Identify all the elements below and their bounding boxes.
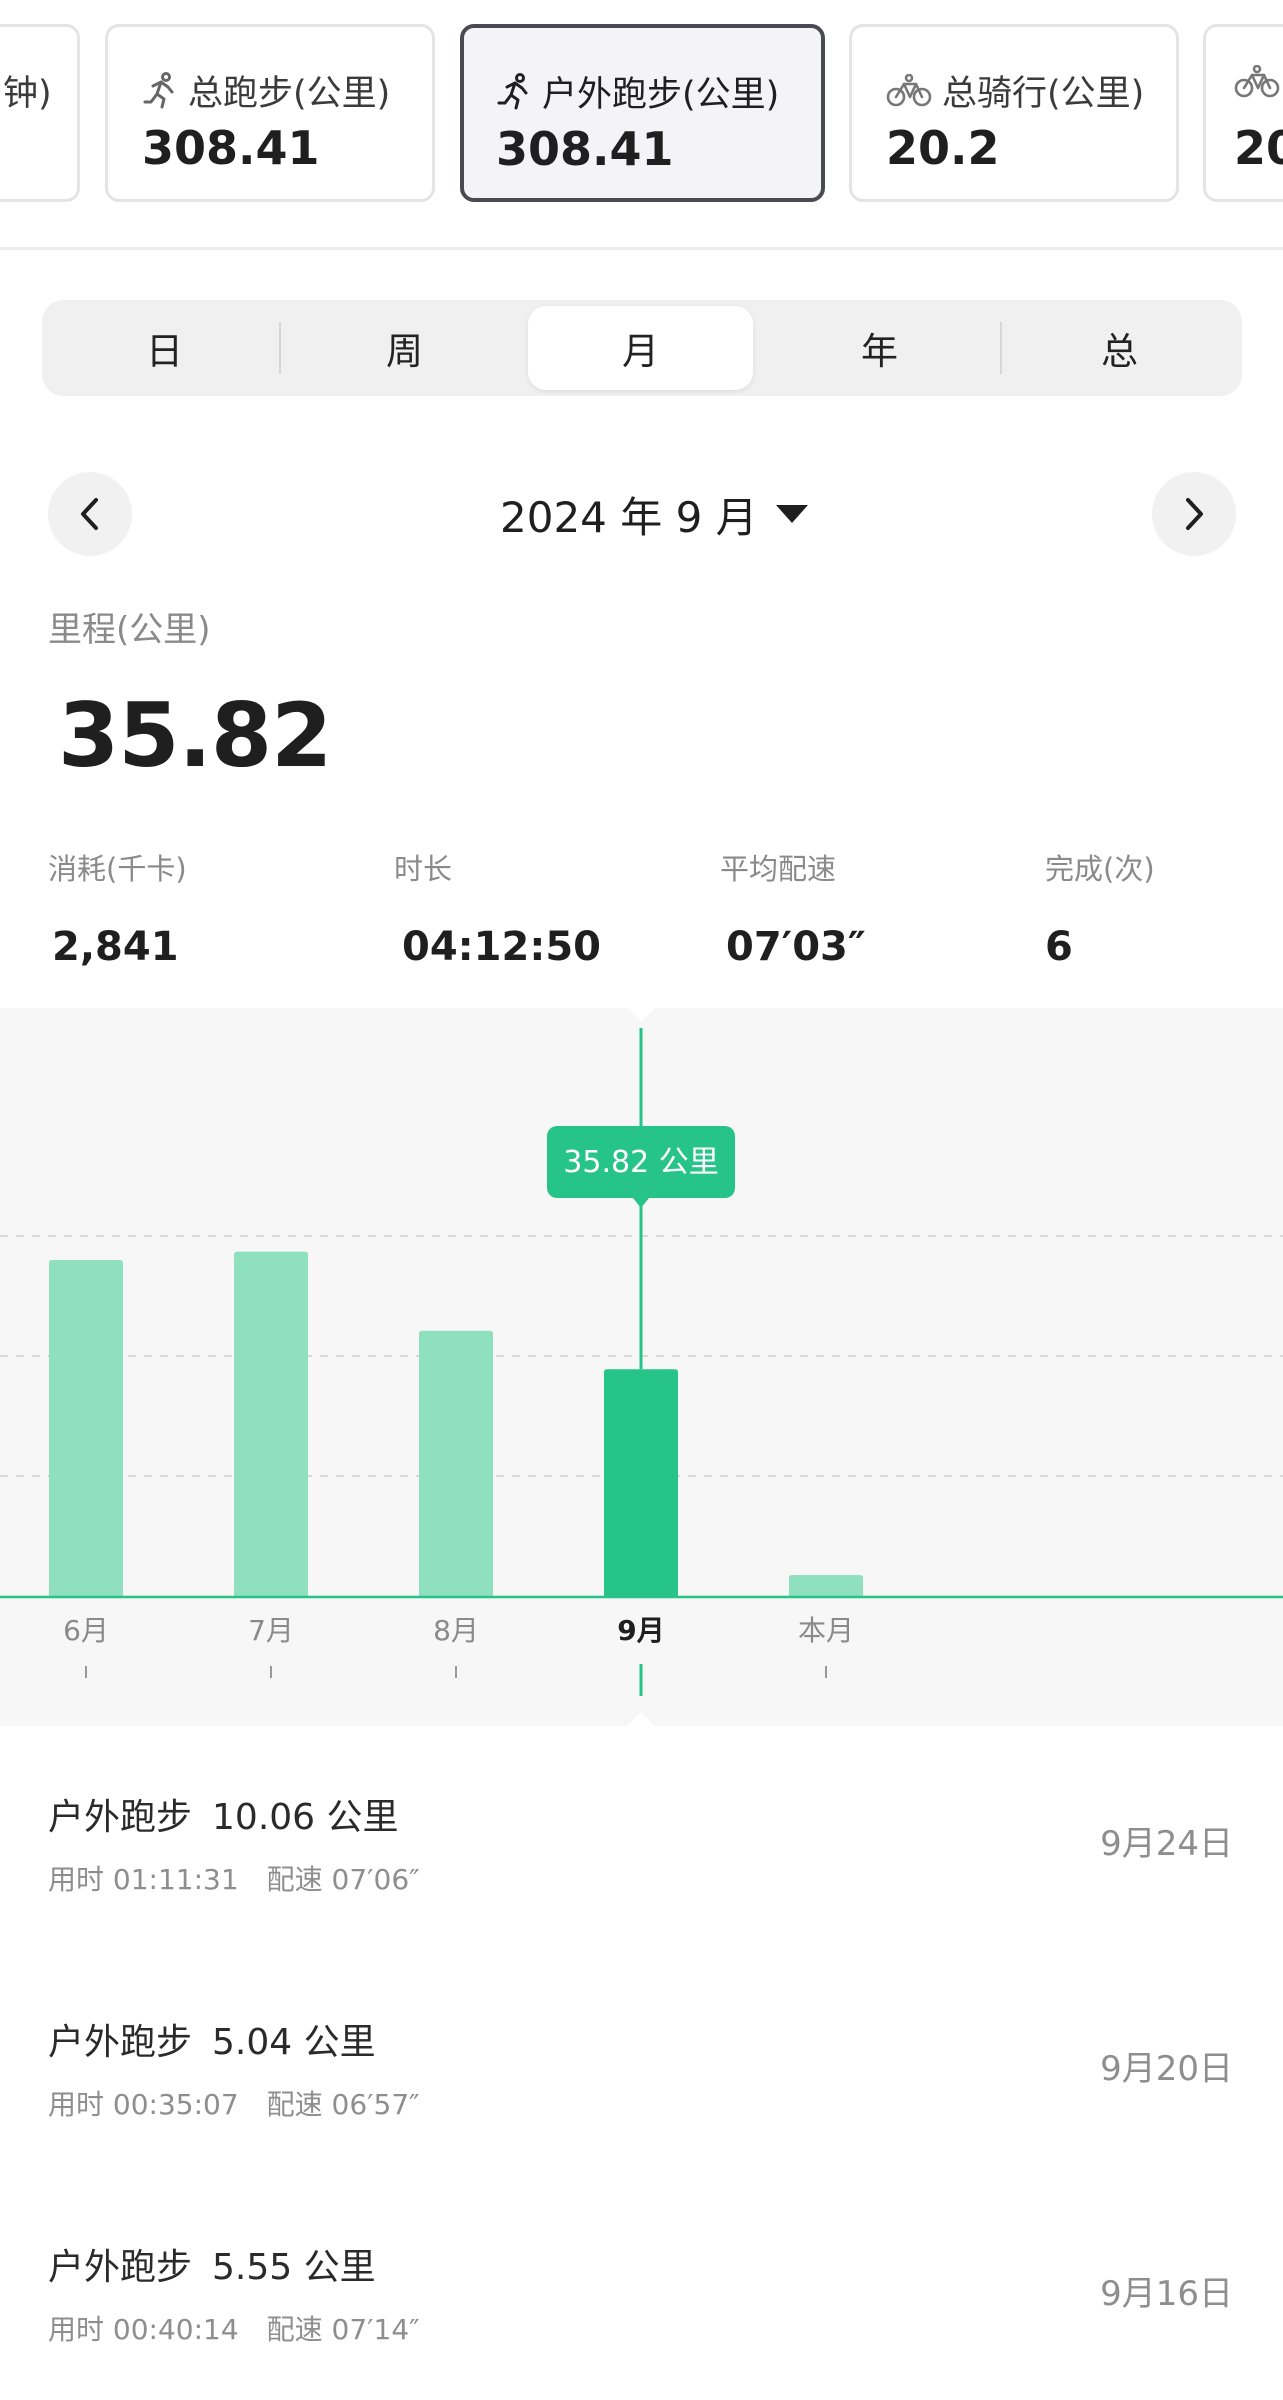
stat-label: 时长 bbox=[394, 852, 453, 886]
distance-label: 里程(公里) bbox=[48, 610, 211, 650]
triangle-down-icon bbox=[775, 505, 808, 523]
record-duration: 用时 00:35:07 bbox=[48, 2088, 239, 2121]
running-icon bbox=[143, 71, 174, 108]
record-distance: 10.06 公里 bbox=[212, 1797, 399, 1838]
stat-label: 完成(次) bbox=[1045, 852, 1155, 886]
metric-cards-carousel[interactable]: 钟) 总跑步(公里) 308.41 户外跑步(公里) 308.41 总骑行(公里… bbox=[0, 0, 1283, 250]
chart-bar bbox=[49, 1260, 123, 1596]
metric-card-partial[interactable]: 钟) bbox=[0, 24, 80, 202]
record-type: 户外跑步 bbox=[48, 2022, 193, 2063]
next-month-button[interactable] bbox=[1152, 472, 1236, 556]
chart-tooltip-label: 35.82 公里 bbox=[563, 1145, 718, 1180]
period-segmented-control: 日 周 月 年 总 bbox=[42, 300, 1242, 396]
stat-completed: 完成(次) 6 bbox=[1045, 846, 1155, 970]
record-pace: 配速 07′06″ bbox=[266, 1863, 420, 1896]
record-duration: 用时 00:40:14 bbox=[48, 2313, 239, 2346]
activity-record[interactable]: 户外跑步 10.06 公里 用时 01:11:31 配速 07′06″ 9月24日 bbox=[0, 1788, 1283, 1968]
metric-card-total-running[interactable]: 总跑步(公里) 308.41 bbox=[105, 24, 435, 202]
metric-card-title: 钟) bbox=[3, 74, 52, 114]
record-distance: 5.55 公里 bbox=[212, 2247, 376, 2288]
stat-label: 平均配速 bbox=[720, 852, 837, 886]
record-type: 户外跑步 bbox=[48, 2247, 193, 2288]
running-icon bbox=[497, 72, 528, 109]
monthly-distance-chart[interactable]: 6月 7月 8月 9月 本月 35.82 公里 bbox=[0, 1008, 1283, 1726]
metric-card-title: 总骑行(公里) bbox=[942, 74, 1145, 114]
segment-divider bbox=[1000, 322, 1002, 374]
metric-card-total-cycling[interactable]: 总骑行(公里) 20.2 bbox=[849, 24, 1179, 202]
record-date: 9月24日 bbox=[1100, 1824, 1233, 1864]
tab-month[interactable]: 月 bbox=[528, 306, 753, 390]
chart-x-label: 8月 bbox=[433, 1614, 479, 1647]
metric-card-value: 308.41 bbox=[142, 121, 320, 175]
chart-x-label: 9月 bbox=[617, 1614, 664, 1647]
record-type: 户外跑步 bbox=[48, 1797, 193, 1838]
metric-card-value: 308.41 bbox=[496, 122, 674, 176]
activity-record[interactable]: 户外跑步 5.04 公里 用时 00:35:07 配速 06′57″ 9月20日 bbox=[0, 2013, 1283, 2193]
prev-month-button[interactable] bbox=[48, 472, 132, 556]
metric-card-title: 总跑步(公里) bbox=[188, 74, 391, 114]
chart-bar bbox=[789, 1575, 863, 1596]
chevron-right-icon bbox=[1186, 498, 1203, 530]
stat-value: 2,841 bbox=[52, 924, 179, 970]
month-picker[interactable]: 2024 年 9 月 bbox=[500, 484, 808, 544]
month-picker-label: 2024 年 9 月 bbox=[500, 492, 758, 542]
chart-bar bbox=[604, 1369, 678, 1596]
bicycle-icon bbox=[1234, 65, 1280, 98]
stat-label: 消耗(千卡) bbox=[48, 852, 187, 886]
metric-card-title: 户外跑步(公里) bbox=[542, 75, 780, 115]
chevron-left-icon bbox=[81, 498, 98, 530]
stat-value: 04:12:50 bbox=[402, 924, 601, 970]
chart-bar bbox=[419, 1330, 493, 1596]
tab-total[interactable]: 总 bbox=[1007, 306, 1232, 390]
metric-card-value: 20.2 bbox=[886, 121, 1000, 175]
record-pace: 配速 07′14″ bbox=[266, 2313, 420, 2346]
stat-calories: 消耗(千卡) 2,841 bbox=[48, 846, 187, 970]
chart-bar bbox=[234, 1251, 308, 1596]
segment-divider bbox=[279, 322, 281, 374]
chart-x-label: 6月 bbox=[63, 1614, 109, 1647]
record-duration: 用时 01:11:31 bbox=[48, 1863, 239, 1896]
stat-value: 07′03″ bbox=[726, 924, 866, 970]
metric-card-partial[interactable]: 20 bbox=[1203, 24, 1283, 202]
activity-record[interactable]: 户外跑步 5.55 公里 用时 00:40:14 配速 07′14″ 9月16日 bbox=[0, 2238, 1283, 2400]
stat-duration: 时长 04:12:50 bbox=[394, 846, 601, 970]
tab-year[interactable]: 年 bbox=[767, 306, 992, 390]
record-pace: 配速 06′57″ bbox=[266, 2088, 420, 2121]
metric-card-outdoor-running[interactable]: 户外跑步(公里) 308.41 bbox=[460, 24, 825, 202]
record-date: 9月16日 bbox=[1100, 2274, 1233, 2314]
tab-week[interactable]: 周 bbox=[292, 306, 517, 390]
chart-svg[interactable]: 6月 7月 8月 9月 本月 35.82 公里 bbox=[0, 1008, 1283, 1726]
chart-x-label: 7月 bbox=[248, 1614, 294, 1647]
record-distance: 5.04 公里 bbox=[212, 2022, 376, 2063]
bicycle-icon bbox=[886, 73, 932, 106]
stat-value: 6 bbox=[1045, 924, 1073, 970]
metric-card-value: 20 bbox=[1234, 121, 1283, 175]
chart-x-label: 本月 bbox=[798, 1614, 854, 1647]
stat-avg-pace: 平均配速 07′03″ bbox=[720, 846, 866, 970]
tab-day[interactable]: 日 bbox=[52, 306, 277, 390]
distance-value: 35.82 bbox=[58, 684, 332, 787]
record-date: 9月20日 bbox=[1100, 2049, 1233, 2089]
